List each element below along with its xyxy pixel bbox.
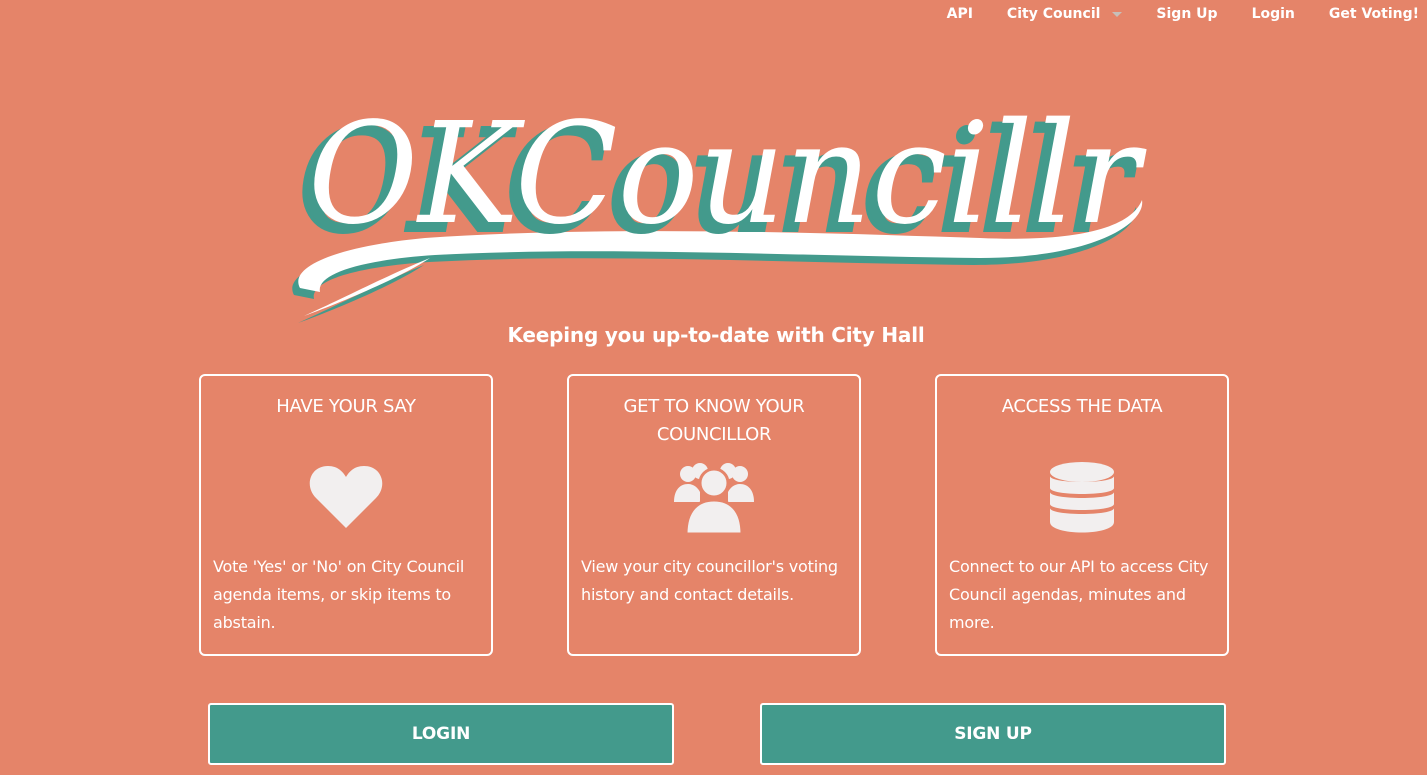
nav-login-link[interactable]: Login — [1252, 6, 1295, 22]
nav-get-voting-link[interactable]: Get Voting! — [1329, 6, 1419, 22]
card-description: Vote 'Yes' or 'No' on City Council agend… — [213, 557, 465, 632]
nav-city-council-dropdown[interactable]: City Council — [1007, 6, 1123, 22]
card-have-your-say: HAVE YOUR SAY Vote 'Yes' or 'No' on City… — [199, 374, 493, 656]
heart-icon — [309, 466, 383, 528]
nav-city-council-label: City Council — [1006, 6, 1101, 22]
card-know-your-councillor: GET TO KNOW YOUR COUNCILLOR View your ci… — [567, 374, 861, 656]
card-description: Connect to our API to access City Counci… — [949, 557, 1209, 632]
card-title: HAVE YOUR SAY — [276, 396, 416, 417]
top-nav: API City Council Sign Up Login Get Votin… — [947, 4, 1419, 24]
caret-down-icon — [1112, 12, 1123, 17]
card-title: ACCESS THE DATA — [1001, 396, 1163, 417]
tagline: Keeping you up-to-date with City Hall — [507, 323, 925, 347]
card-access-the-data: ACCESS THE DATA Connect to our API to ac… — [935, 374, 1229, 656]
logo-wordmark: OKCouncillr — [308, 93, 1147, 256]
nav-api-link[interactable]: API — [947, 6, 973, 22]
sign-up-button[interactable]: SIGN UP — [760, 703, 1226, 765]
users-icon — [674, 463, 754, 534]
database-icon — [1050, 462, 1114, 533]
nav-get-voting-label: Get Voting! — [1328, 6, 1419, 22]
card-title: GET TO KNOW YOUR COUNCILLOR — [623, 396, 805, 445]
card-description: View your city councillor's voting histo… — [581, 557, 838, 604]
nav-sign-up-label: Sign Up — [1156, 6, 1218, 22]
nav-api-label: API — [946, 6, 973, 22]
login-button[interactable]: LOGIN — [208, 703, 674, 765]
nav-login-label: Login — [1251, 6, 1295, 22]
okcouncillr-logo: OKCouncillr OKCouncillr — [292, 93, 1147, 323]
nav-sign-up-link[interactable]: Sign Up — [1156, 6, 1217, 22]
